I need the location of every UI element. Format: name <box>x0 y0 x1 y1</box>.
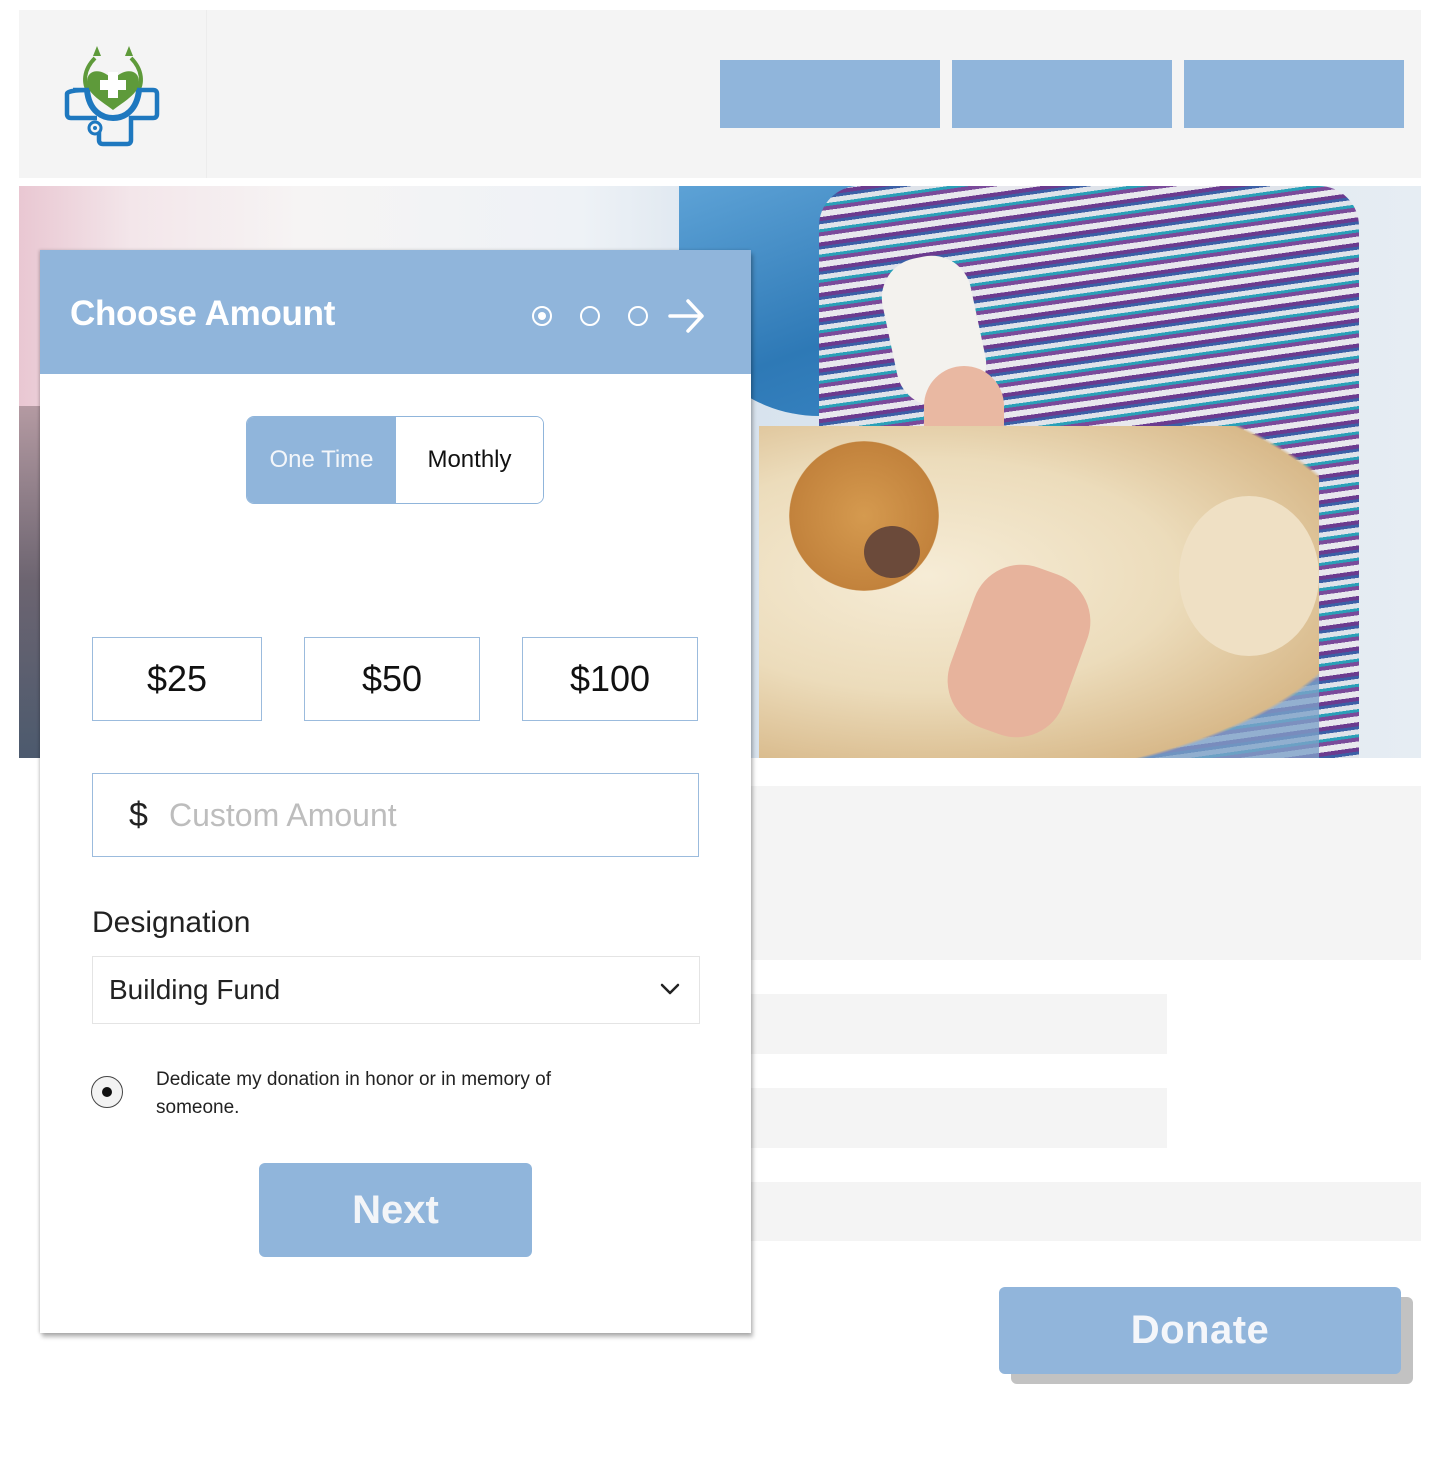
step-indicator-active[interactable] <box>532 306 552 326</box>
site-header <box>19 10 1421 178</box>
content-placeholder-line <box>750 994 1167 1054</box>
designation-select[interactable]: Building Fund <box>92 956 700 1024</box>
frequency-toggle: One Time Monthly <box>246 416 544 504</box>
step-indicator[interactable] <box>628 306 648 326</box>
frequency-option-monthly[interactable]: Monthly <box>396 417 543 503</box>
arrow-right-icon[interactable] <box>668 298 706 334</box>
dedicate-label: Dedicate my donation in honor or in memo… <box>156 1069 551 1118</box>
content-placeholder-block <box>750 786 1421 960</box>
chevron-down-icon <box>660 983 680 995</box>
designation-selected-value: Building Fund <box>109 974 281 1005</box>
custom-amount-input[interactable] <box>169 790 669 840</box>
hero-teddy-paw <box>1179 496 1319 656</box>
content-placeholder-line <box>750 1182 1421 1241</box>
next-button[interactable]: Next <box>259 1163 532 1257</box>
step-indicator[interactable] <box>580 306 600 326</box>
nav-button-1[interactable] <box>720 60 940 128</box>
frequency-option-one-time[interactable]: One Time <box>247 417 396 503</box>
amount-option-button[interactable]: $25 <box>92 637 262 721</box>
designation-label: Designation <box>92 906 251 939</box>
donation-form-card: Choose Amount One Time Monthly $25 $50 $… <box>40 250 751 1333</box>
hero-teddy-nose <box>864 526 920 578</box>
logo-container <box>19 10 207 178</box>
nav-button-3[interactable] <box>1184 60 1404 128</box>
amount-option-button[interactable]: $100 <box>522 637 698 721</box>
card-header: Choose Amount <box>40 250 751 374</box>
nav-button-2[interactable] <box>952 60 1172 128</box>
hero-teddy-ear <box>789 441 939 591</box>
amount-option-button[interactable]: $50 <box>304 637 480 721</box>
custom-amount-field[interactable]: $ <box>92 773 699 857</box>
currency-symbol: $ <box>129 796 148 834</box>
dedicate-radio[interactable] <box>91 1076 123 1108</box>
card-title: Choose Amount <box>70 294 336 333</box>
donate-button[interactable]: Donate <box>999 1287 1401 1374</box>
content-placeholder-line <box>750 1088 1167 1148</box>
medical-logo-icon[interactable] <box>63 40 163 148</box>
